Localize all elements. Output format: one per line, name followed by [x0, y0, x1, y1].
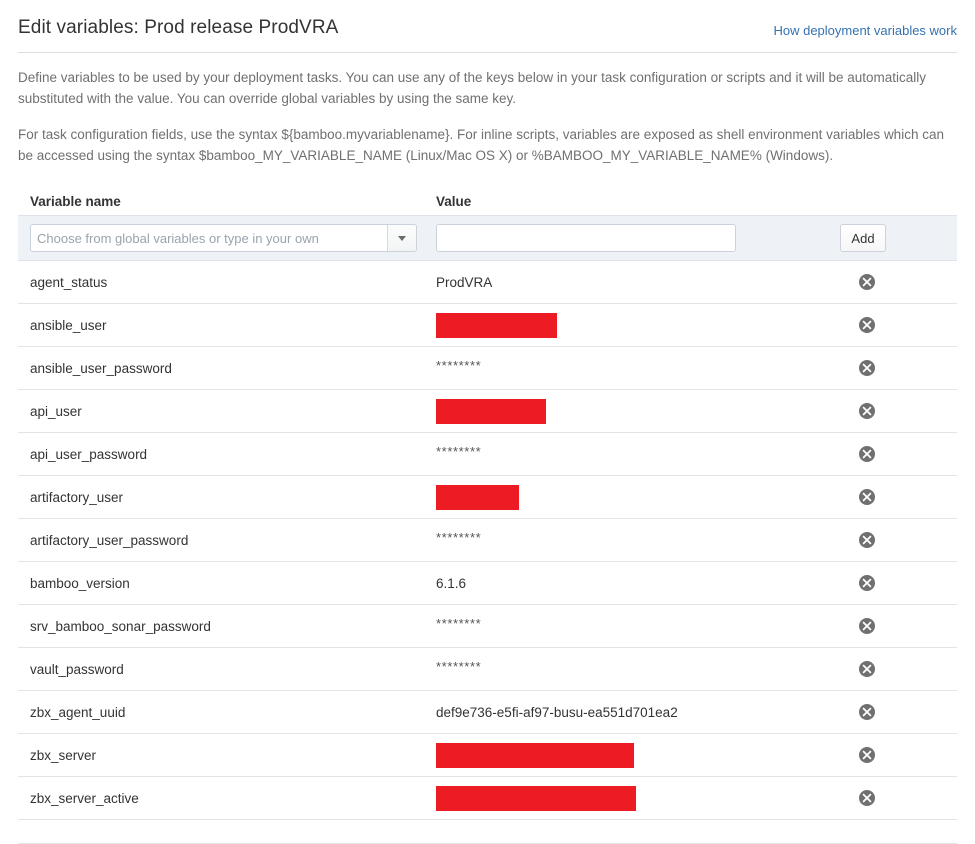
variable-name-cell: zbx_server [30, 747, 97, 763]
variable-action-cell [840, 790, 957, 806]
variable-action-cell [840, 618, 957, 634]
variable-action-cell [840, 532, 957, 548]
variable-name-cell: srv_bamboo_sonar_password [30, 618, 211, 634]
column-header-value: Value [436, 194, 472, 209]
delete-circle-x-icon[interactable] [859, 403, 875, 419]
chevron-down-icon[interactable] [387, 225, 416, 251]
redacted-value-bar [436, 785, 636, 811]
delete-circle-x-icon[interactable] [859, 274, 875, 290]
delete-circle-x-icon[interactable] [859, 618, 875, 634]
variable-name-cell: ansible_user [30, 317, 107, 333]
table-header-row: Variable name Value [18, 181, 957, 215]
table-row: api_user_password ******** [18, 433, 957, 476]
table-row: zbx_server_active [18, 777, 957, 820]
redacted-value-bar [436, 312, 557, 338]
table-row: ansible_user_password ******** [18, 347, 957, 390]
variable-name-cell: vault_password [30, 661, 124, 677]
variable-value-cell [430, 312, 840, 338]
table-row: zbx_server [18, 734, 957, 777]
redacted-value-bar [436, 742, 634, 768]
column-header-variable-name: Variable name [30, 194, 121, 209]
variable-action-cell [840, 317, 957, 333]
variable-name-cell: bamboo_version [30, 575, 130, 591]
delete-circle-x-icon[interactable] [859, 489, 875, 505]
masked-value: ******** [436, 615, 482, 631]
variable-name-cell: zbx_agent_uuid [30, 704, 126, 720]
variable-name-cell: ansible_user_password [30, 360, 172, 376]
variable-value-cell: ******** [430, 658, 840, 677]
variable-value-input[interactable] [436, 224, 736, 252]
add-variable-row: Add [18, 215, 957, 261]
variable-name-cell: agent_status [30, 274, 108, 290]
variable-value-cell [430, 484, 840, 510]
delete-circle-x-icon[interactable] [859, 532, 875, 548]
table-row: vault_password ******** [18, 648, 957, 691]
table-row: ansible_user [18, 304, 957, 347]
table-row: zbx_agent_uuid def9e736-e5fi-af97-busu-ea… [18, 691, 957, 734]
variable-action-cell [840, 403, 957, 419]
variable-name-combobox[interactable] [30, 224, 417, 252]
variable-action-cell [840, 446, 957, 462]
variable-name-input[interactable] [31, 225, 387, 251]
variable-name-cell: artifactory_user_password [30, 532, 189, 548]
delete-circle-x-icon[interactable] [859, 747, 875, 763]
table-row: api_user [18, 390, 957, 433]
masked-value: ******** [436, 658, 482, 674]
variable-value-text: 6.1.6 [436, 575, 467, 591]
description-paragraph-2: For task configuration fields, use the s… [18, 127, 944, 163]
delete-circle-x-icon[interactable] [859, 661, 875, 677]
delete-circle-x-icon[interactable] [859, 317, 875, 333]
delete-circle-x-icon[interactable] [859, 704, 875, 720]
variable-action-cell [840, 747, 957, 763]
page-header: Edit variables: Prod release ProdVRA How… [0, 0, 975, 46]
masked-value: ******** [436, 357, 482, 373]
table-row: artifactory_user [18, 476, 957, 519]
table-row: agent_status ProdVRA [18, 261, 957, 304]
add-button[interactable]: Add [840, 224, 886, 252]
redacted-value-bar [436, 398, 546, 424]
variable-value-text: def9e736-e5fi-af97-busu-ea551d701ea2 [436, 704, 678, 720]
redacted-value-bar [436, 484, 519, 510]
variable-value-cell: 6.1.6 [430, 576, 840, 591]
variable-action-cell [840, 489, 957, 505]
table-row: bamboo_version 6.1.6 [18, 562, 957, 605]
variable-name-cell: artifactory_user [30, 489, 124, 505]
variable-action-cell [840, 274, 957, 290]
variables-table: Variable name Value Add agent_status Prod… [18, 181, 957, 820]
variable-name-cell: api_user [30, 403, 82, 419]
variable-name-cell: api_user_password [30, 446, 148, 462]
variable-rows: agent_status ProdVRA ansible_user ansible_u… [18, 261, 957, 820]
masked-value: ******** [436, 529, 482, 545]
delete-circle-x-icon[interactable] [859, 575, 875, 591]
variable-value-cell [430, 785, 840, 811]
table-row: srv_bamboo_sonar_password ******** [18, 605, 957, 648]
how-deployment-variables-work-link[interactable]: How deployment variables work [773, 23, 957, 39]
add-variable-action-cell: Add [840, 224, 957, 252]
masked-value: ******** [436, 443, 482, 459]
variable-value-cell: def9e736-e5fi-af97-busu-ea551d701ea2 [430, 705, 840, 720]
description-block: Define variables to be used by your depl… [0, 53, 975, 166]
delete-circle-x-icon[interactable] [859, 446, 875, 462]
variable-name-cell: zbx_server_active [30, 790, 139, 806]
table-row: artifactory_user_password ******** [18, 519, 957, 562]
delete-circle-x-icon[interactable] [859, 790, 875, 806]
variable-action-cell [840, 575, 957, 591]
variable-value-cell: ProdVRA [430, 275, 840, 290]
add-variable-value-cell [430, 224, 840, 252]
variable-value-cell: ******** [430, 443, 840, 462]
variable-value-cell [430, 398, 840, 424]
variable-value-cell: ******** [430, 615, 840, 634]
variable-value-cell: ******** [430, 529, 840, 548]
description-paragraph-1: Define variables to be used by your depl… [18, 70, 926, 106]
variable-value-cell [430, 742, 840, 768]
delete-circle-x-icon[interactable] [859, 360, 875, 376]
variable-action-cell [840, 360, 957, 376]
variable-value-text: ProdVRA [436, 274, 493, 290]
variable-action-cell [840, 704, 957, 720]
variable-value-cell: ******** [430, 357, 840, 376]
variable-action-cell [840, 661, 957, 677]
add-variable-name-cell [18, 224, 430, 252]
